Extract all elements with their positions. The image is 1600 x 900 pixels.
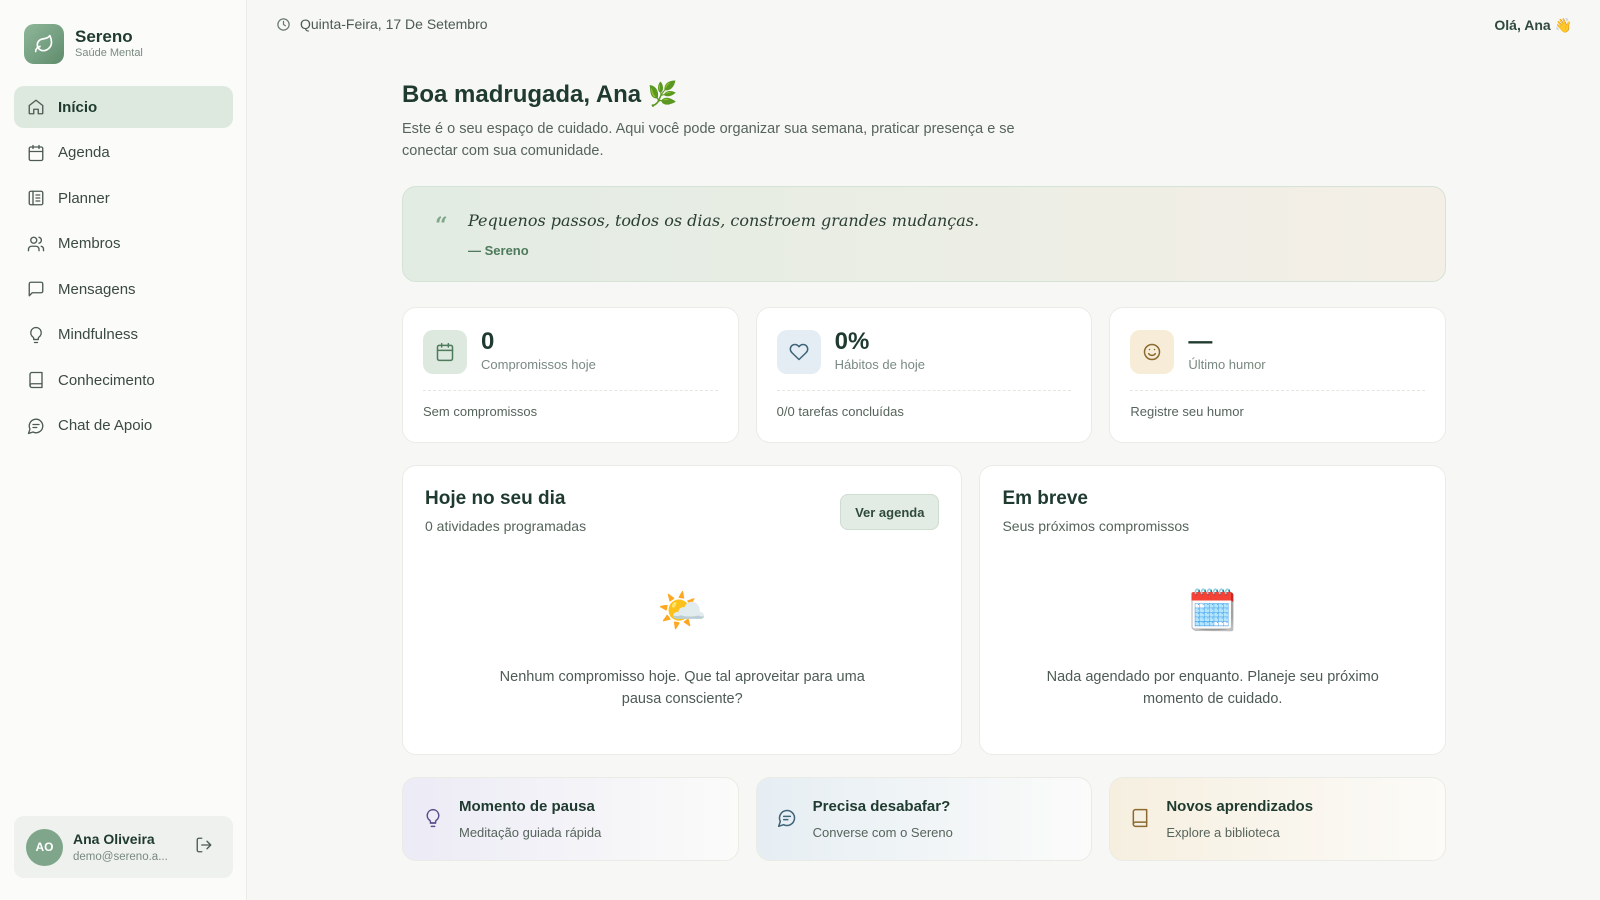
sidebar-item-chat-de-apoio[interactable]: Chat de Apoio bbox=[14, 405, 233, 447]
quick-card-pausa[interactable]: Momento de pausa Meditação guiada rápida bbox=[402, 777, 739, 861]
user-card[interactable]: AO Ana Oliveira demo@sereno.a... bbox=[14, 816, 233, 878]
topbar: Quinta-Feira, 17 De Setembro Olá, Ana 👋 bbox=[248, 0, 1600, 50]
sidebar-item-conhecimento[interactable]: Conhecimento bbox=[14, 359, 233, 401]
quick-actions: Momento de pausa Meditação guiada rápida… bbox=[402, 777, 1447, 861]
calendar-emoji-icon: 🗓️ bbox=[1187, 589, 1238, 633]
quick-card-desabafar[interactable]: Precisa desabafar? Converse com o Sereno bbox=[755, 777, 1093, 861]
sidebar: Sereno Saúde Mental Início Agenda Planne… bbox=[0, 0, 247, 900]
stat-value: — bbox=[1188, 328, 1213, 355]
sun-cloud-icon: 🌤️ bbox=[657, 589, 708, 633]
current-date: Quinta-Feira, 17 De Setembro bbox=[276, 16, 488, 32]
ver-agenda-button[interactable]: Ver agenda bbox=[840, 494, 940, 530]
planner-icon bbox=[28, 190, 44, 206]
stat-footer: Registre seu humor bbox=[1130, 404, 1244, 419]
clock-icon bbox=[277, 17, 290, 31]
quick-card-subtitle: Meditação guiada rápida bbox=[459, 825, 602, 840]
book-icon bbox=[29, 371, 43, 389]
sidebar-item-mensagens[interactable]: Mensagens bbox=[14, 268, 233, 310]
smile-icon bbox=[1130, 330, 1175, 374]
sidebar-item-label: Chat de Apoio bbox=[58, 417, 153, 434]
empty-state-message: Nenhum compromisso hoje. Que tal aprovei… bbox=[499, 669, 865, 707]
empty-state-message: Nada agendado por enquanto. Planeje seu … bbox=[1046, 669, 1379, 707]
divider bbox=[776, 390, 1072, 391]
divider bbox=[423, 390, 718, 391]
quick-card-title: Momento de pausa bbox=[459, 798, 595, 815]
stat-label: Hábitos de hoje bbox=[834, 357, 926, 372]
stat-footer: Sem compromissos bbox=[423, 404, 538, 419]
sidebar-item-label: Mensagens bbox=[58, 280, 136, 298]
main-content: Boa madrugada, Ana 🌿 Este é o seu espaço… bbox=[402, 78, 1447, 861]
quote-author: — Sereno bbox=[468, 243, 529, 258]
message-icon bbox=[28, 281, 44, 297]
sidebar-item-mindfulness[interactable]: Mindfulness bbox=[14, 314, 233, 356]
sidebar-item-label: Mindfulness bbox=[58, 326, 139, 343]
sidebar-item-label: Início bbox=[58, 98, 98, 116]
sidebar-nav: Início Agenda Planner Membros Mensagens … bbox=[14, 86, 233, 450]
user-name: Ana Oliveira bbox=[73, 831, 155, 847]
divider bbox=[1130, 390, 1426, 391]
users-icon bbox=[27, 236, 45, 251]
sidebar-item-membros[interactable]: Membros bbox=[14, 223, 233, 265]
leaf-logo-icon bbox=[24, 24, 64, 64]
stats-row: 0 Compromissos hoje Sem compromissos 0% … bbox=[402, 307, 1447, 443]
quick-card-subtitle: Explore a biblioteca bbox=[1166, 825, 1280, 840]
stat-card-habitos: 0% Hábitos de hoje 0/0 tarefas concluída… bbox=[755, 307, 1093, 443]
stat-value: 0% bbox=[834, 328, 870, 355]
today-panel: Hoje no seu dia 0 atividades programadas… bbox=[402, 465, 963, 755]
book-icon bbox=[1132, 808, 1148, 828]
sidebar-item-label: Conhecimento bbox=[58, 371, 155, 389]
stat-card-humor: — Último humor Registre seu humor bbox=[1109, 307, 1447, 443]
sidebar-item-label: Planner bbox=[58, 189, 110, 207]
panel-subtitle: Seus próximos compromissos bbox=[1002, 518, 1190, 534]
daily-quote: “ Pequenos passos, todos os dias, constr… bbox=[402, 186, 1446, 282]
date-text: Quinta-Feira, 17 De Setembro bbox=[300, 16, 488, 32]
stat-label: Compromissos hoje bbox=[481, 357, 596, 372]
logout-icon[interactable] bbox=[195, 836, 213, 859]
stat-card-compromissos: 0 Compromissos hoje Sem compromissos bbox=[402, 307, 739, 443]
sidebar-item-planner[interactable]: Planner bbox=[14, 177, 233, 219]
brand-subtitle: Saúde Mental bbox=[75, 47, 143, 59]
panel-title: Hoje no seu dia bbox=[425, 488, 566, 509]
lightbulb-icon bbox=[426, 808, 440, 828]
brand-name: Sereno bbox=[75, 27, 133, 46]
quote-icon: “ bbox=[435, 213, 448, 239]
chat-icon bbox=[777, 809, 795, 828]
stat-label: Último humor bbox=[1188, 357, 1266, 372]
quick-card-subtitle: Converse com o Sereno bbox=[812, 825, 953, 840]
home-icon bbox=[28, 99, 44, 115]
calendar-icon bbox=[28, 144, 44, 161]
page-subtitle: Este é o seu espaço de cuidado. Aqui voc… bbox=[402, 121, 1015, 159]
lightbulb-icon bbox=[30, 326, 42, 343]
page-title: Boa madrugada, Ana 🌿 bbox=[402, 81, 678, 108]
empty-state-text: Nenhum compromisso hoje. Que tal aprovei… bbox=[403, 666, 961, 710]
avatar: AO bbox=[26, 828, 63, 866]
quick-card-title: Precisa desabafar? bbox=[812, 798, 951, 815]
sidebar-item-label: Agenda bbox=[58, 144, 110, 161]
empty-state-text: Nada agendado por enquanto. Planeje seu … bbox=[980, 666, 1445, 710]
upcoming-panel: Em breve Seus próximos compromissos 🗓️ N… bbox=[979, 465, 1446, 755]
panel-subtitle: 0 atividades programadas bbox=[425, 518, 587, 534]
sidebar-item-label: Membros bbox=[58, 235, 121, 252]
user-email: demo@sereno.a... bbox=[73, 851, 168, 863]
heart-icon bbox=[776, 330, 821, 374]
sidebar-item-agenda[interactable]: Agenda bbox=[14, 132, 233, 174]
panel-title: Em breve bbox=[1002, 488, 1088, 509]
calendar-icon bbox=[423, 330, 467, 374]
header-greeting: Olá, Ana 👋 bbox=[1494, 17, 1572, 33]
sidebar-item-inicio[interactable]: Início bbox=[14, 86, 233, 128]
quote-text: Pequenos passos, todos os dias, constroe… bbox=[468, 211, 980, 230]
brand[interactable]: Sereno Saúde Mental bbox=[24, 24, 143, 64]
chat-icon bbox=[27, 418, 44, 434]
stat-footer: 0/0 tarefas concluídas bbox=[776, 404, 904, 419]
panels-row: Hoje no seu dia 0 atividades programadas… bbox=[402, 465, 1446, 755]
quick-card-title: Novos aprendizados bbox=[1166, 798, 1314, 815]
stat-value: 0 bbox=[481, 328, 495, 355]
quick-card-aprendizados[interactable]: Novos aprendizados Explore a biblioteca bbox=[1109, 777, 1447, 861]
